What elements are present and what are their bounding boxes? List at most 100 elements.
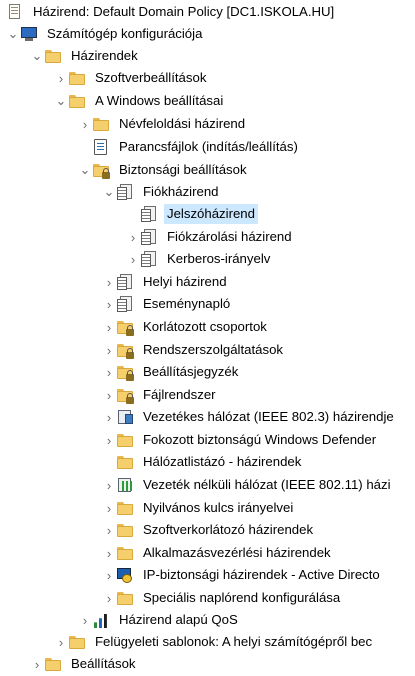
chevron-right-icon[interactable]: › [102, 384, 116, 406]
chevron-right-icon[interactable]: › [102, 316, 116, 338]
chevron-right-icon[interactable]: › [102, 474, 116, 496]
tree-node-computer-config[interactable]: ⌄ Számítógép konfigurációja [6, 23, 415, 45]
chevron-down-icon[interactable]: ⌄ [102, 181, 116, 203]
tree-node-software-restriction[interactable]: › Szoftverkorlátozó házirendek [102, 519, 415, 541]
tree-node-system-services[interactable]: › Rendszerszolgáltatások [102, 339, 415, 361]
chevron-right-icon[interactable]: › [102, 406, 116, 428]
tree-node-windows-defender[interactable]: › Fokozott biztonságú Windows Defender [102, 429, 415, 451]
chevron-right-icon[interactable]: › [102, 361, 116, 383]
tree-node-label: Szoftverbeállítások [95, 70, 207, 85]
chevron-right-icon[interactable]: › [102, 429, 116, 451]
tree-node-label: A Windows beállításai [95, 93, 224, 108]
tree-node-restricted-groups[interactable]: › Korlátozott csoportok [102, 316, 415, 338]
chevron-down-icon[interactable]: ⌄ [54, 90, 68, 112]
chevron-right-icon[interactable]: › [126, 226, 140, 248]
tree-node-label: Fiókházirend [143, 184, 219, 199]
chevron-right-icon[interactable]: › [102, 564, 116, 586]
tree-node-label: Biztonsági beállítások [119, 162, 247, 177]
tree-node-wired-network[interactable]: › Vezetékes hálózat (IEEE 802.3) háziren… [102, 406, 415, 428]
chevron-down-icon[interactable]: ⌄ [6, 23, 20, 45]
no-expander [78, 136, 92, 158]
tree-node-scripts[interactable]: Parancsfájlok (indítás/leállítás) [78, 136, 415, 158]
folder-icon [68, 69, 86, 87]
tree-node-network-list[interactable]: Hálózatlistázó - házirendek [102, 451, 415, 473]
tree-node-wireless-network[interactable]: › Vezeték nélküli hálózat (IEEE 802.11) … [102, 474, 415, 496]
chevron-right-icon[interactable]: › [78, 113, 92, 135]
tree-node-label: Fokozott biztonságú Windows Defender [143, 432, 377, 447]
chevron-right-icon[interactable]: › [126, 248, 140, 270]
chevron-right-icon[interactable]: › [102, 519, 116, 541]
no-expander [126, 203, 140, 225]
locked-folder-icon [116, 341, 134, 359]
tree-node-label: Felügyeleti sablonok: A helyi számítógép… [95, 634, 373, 649]
folder-icon [92, 115, 110, 133]
tree-node-label: Házirend alapú QoS [119, 612, 238, 627]
tree-node-file-system[interactable]: › Fájlrendszer [102, 384, 415, 406]
settings-pages-icon [116, 295, 134, 313]
chevron-right-icon[interactable]: › [78, 609, 92, 631]
network-icon [116, 408, 134, 426]
chevron-right-icon[interactable]: › [54, 67, 68, 89]
folder-icon [116, 499, 134, 517]
tree-node-label: Fiókzárolási házirend [167, 229, 292, 244]
tree-node-public-key[interactable]: › Nyilvános kulcs irányelvei [102, 497, 415, 519]
chevron-down-icon[interactable]: ⌄ [30, 45, 44, 67]
tree-node-label: Hálózatlistázó - házirendek [143, 454, 302, 469]
tree-node-ipsec[interactable]: › IP-biztonsági házirendek - Active Dire… [102, 564, 415, 586]
chevron-down-icon[interactable]: ⌄ [78, 159, 92, 181]
tree-node-password-policy[interactable]: Jelszóházirend [126, 203, 415, 225]
tree-node-registry[interactable]: › Beállításjegyzék [102, 361, 415, 383]
chevron-right-icon[interactable]: › [54, 631, 68, 653]
locked-folder-icon [116, 363, 134, 381]
tree-node-name-resolution[interactable]: › Névfeloldási házirend [78, 113, 415, 135]
folder-icon [68, 633, 86, 651]
tree-node-policies[interactable]: ⌄ Házirendek [30, 45, 415, 67]
tree-node-qos[interactable]: › Házirend alapú QoS [78, 609, 415, 631]
settings-pages-icon [140, 250, 158, 268]
tree-node-label: Vezetékes hálózat (IEEE 802.3) házirendj… [143, 409, 394, 424]
chevron-right-icon[interactable]: › [102, 339, 116, 361]
tree-node-software-settings[interactable]: › Szoftverbeállítások [54, 67, 415, 89]
wireless-network-icon [116, 476, 134, 494]
tree-node-windows-settings[interactable]: ⌄ A Windows beállításai [54, 90, 415, 112]
ipsec-icon [116, 566, 134, 584]
tree-node-local-policies[interactable]: › Helyi házirend [102, 271, 415, 293]
tree-node-app-control[interactable]: › Alkalmazásvezérlési házirendek [102, 542, 415, 564]
tree-node-label: IP-biztonsági házirendek - Active Direct… [143, 567, 380, 582]
tree-node-security-settings[interactable]: ⌄ Biztonsági beállítások [78, 159, 415, 181]
tree-node-event-log[interactable]: › Eseménynapló [102, 293, 415, 315]
tree-node-label: Parancsfájlok (indítás/leállítás) [119, 139, 298, 154]
tree-node-label: Jelszóházirend [164, 204, 258, 224]
tree-node-label: Rendszerszolgáltatások [143, 342, 284, 357]
settings-pages-icon [116, 183, 134, 201]
chevron-right-icon[interactable]: › [102, 587, 116, 609]
tree-node-account-policies[interactable]: ⌄ Fiókházirend [102, 181, 415, 203]
tree-node-label: Korlátozott csoportok [143, 319, 267, 334]
tree-node-advanced-audit[interactable]: › Speciális naplórend konfigurálása [102, 587, 415, 609]
tree-node-label: Számítógép konfigurációja [47, 26, 203, 41]
tree-node-kerberos-policy[interactable]: › Kerberos-irányelv [126, 248, 415, 270]
chevron-right-icon[interactable]: › [102, 542, 116, 564]
chevron-right-icon[interactable]: › [30, 653, 44, 675]
tree-node-admin-templates[interactable]: › Felügyeleti sablonok: A helyi számítóg… [54, 631, 415, 653]
tree-node-label: Alkalmazásvezérlési házirendek [143, 545, 331, 560]
qos-bars-icon [92, 611, 110, 629]
folder-icon [116, 544, 134, 562]
chevron-right-icon[interactable]: › [102, 293, 116, 315]
folder-icon [44, 655, 62, 673]
folder-icon [116, 431, 134, 449]
tree-node-preferences[interactable]: › Beállítások [30, 653, 415, 675]
tree-node-lockout-policy[interactable]: › Fiókzárolási házirend [126, 226, 415, 248]
tree-node-label: Beállításjegyzék [143, 364, 239, 379]
tree-node-root[interactable]: Házirend: Default Domain Policy [DC1.ISK… [0, 1, 415, 23]
settings-pages-icon [140, 228, 158, 246]
locked-folder-icon [92, 161, 110, 179]
chevron-right-icon[interactable]: › [102, 497, 116, 519]
tree-node-label: Névfeloldási házirend [119, 116, 246, 131]
tree-node-label: Kerberos-irányelv [167, 251, 271, 266]
folder-icon [116, 453, 134, 471]
chevron-right-icon[interactable]: › [102, 271, 116, 293]
no-expander [102, 451, 116, 473]
tree-node-label: Beállítások [71, 656, 136, 671]
tree-node-label: Házirend: Default Domain Policy [DC1.ISK… [33, 4, 335, 19]
